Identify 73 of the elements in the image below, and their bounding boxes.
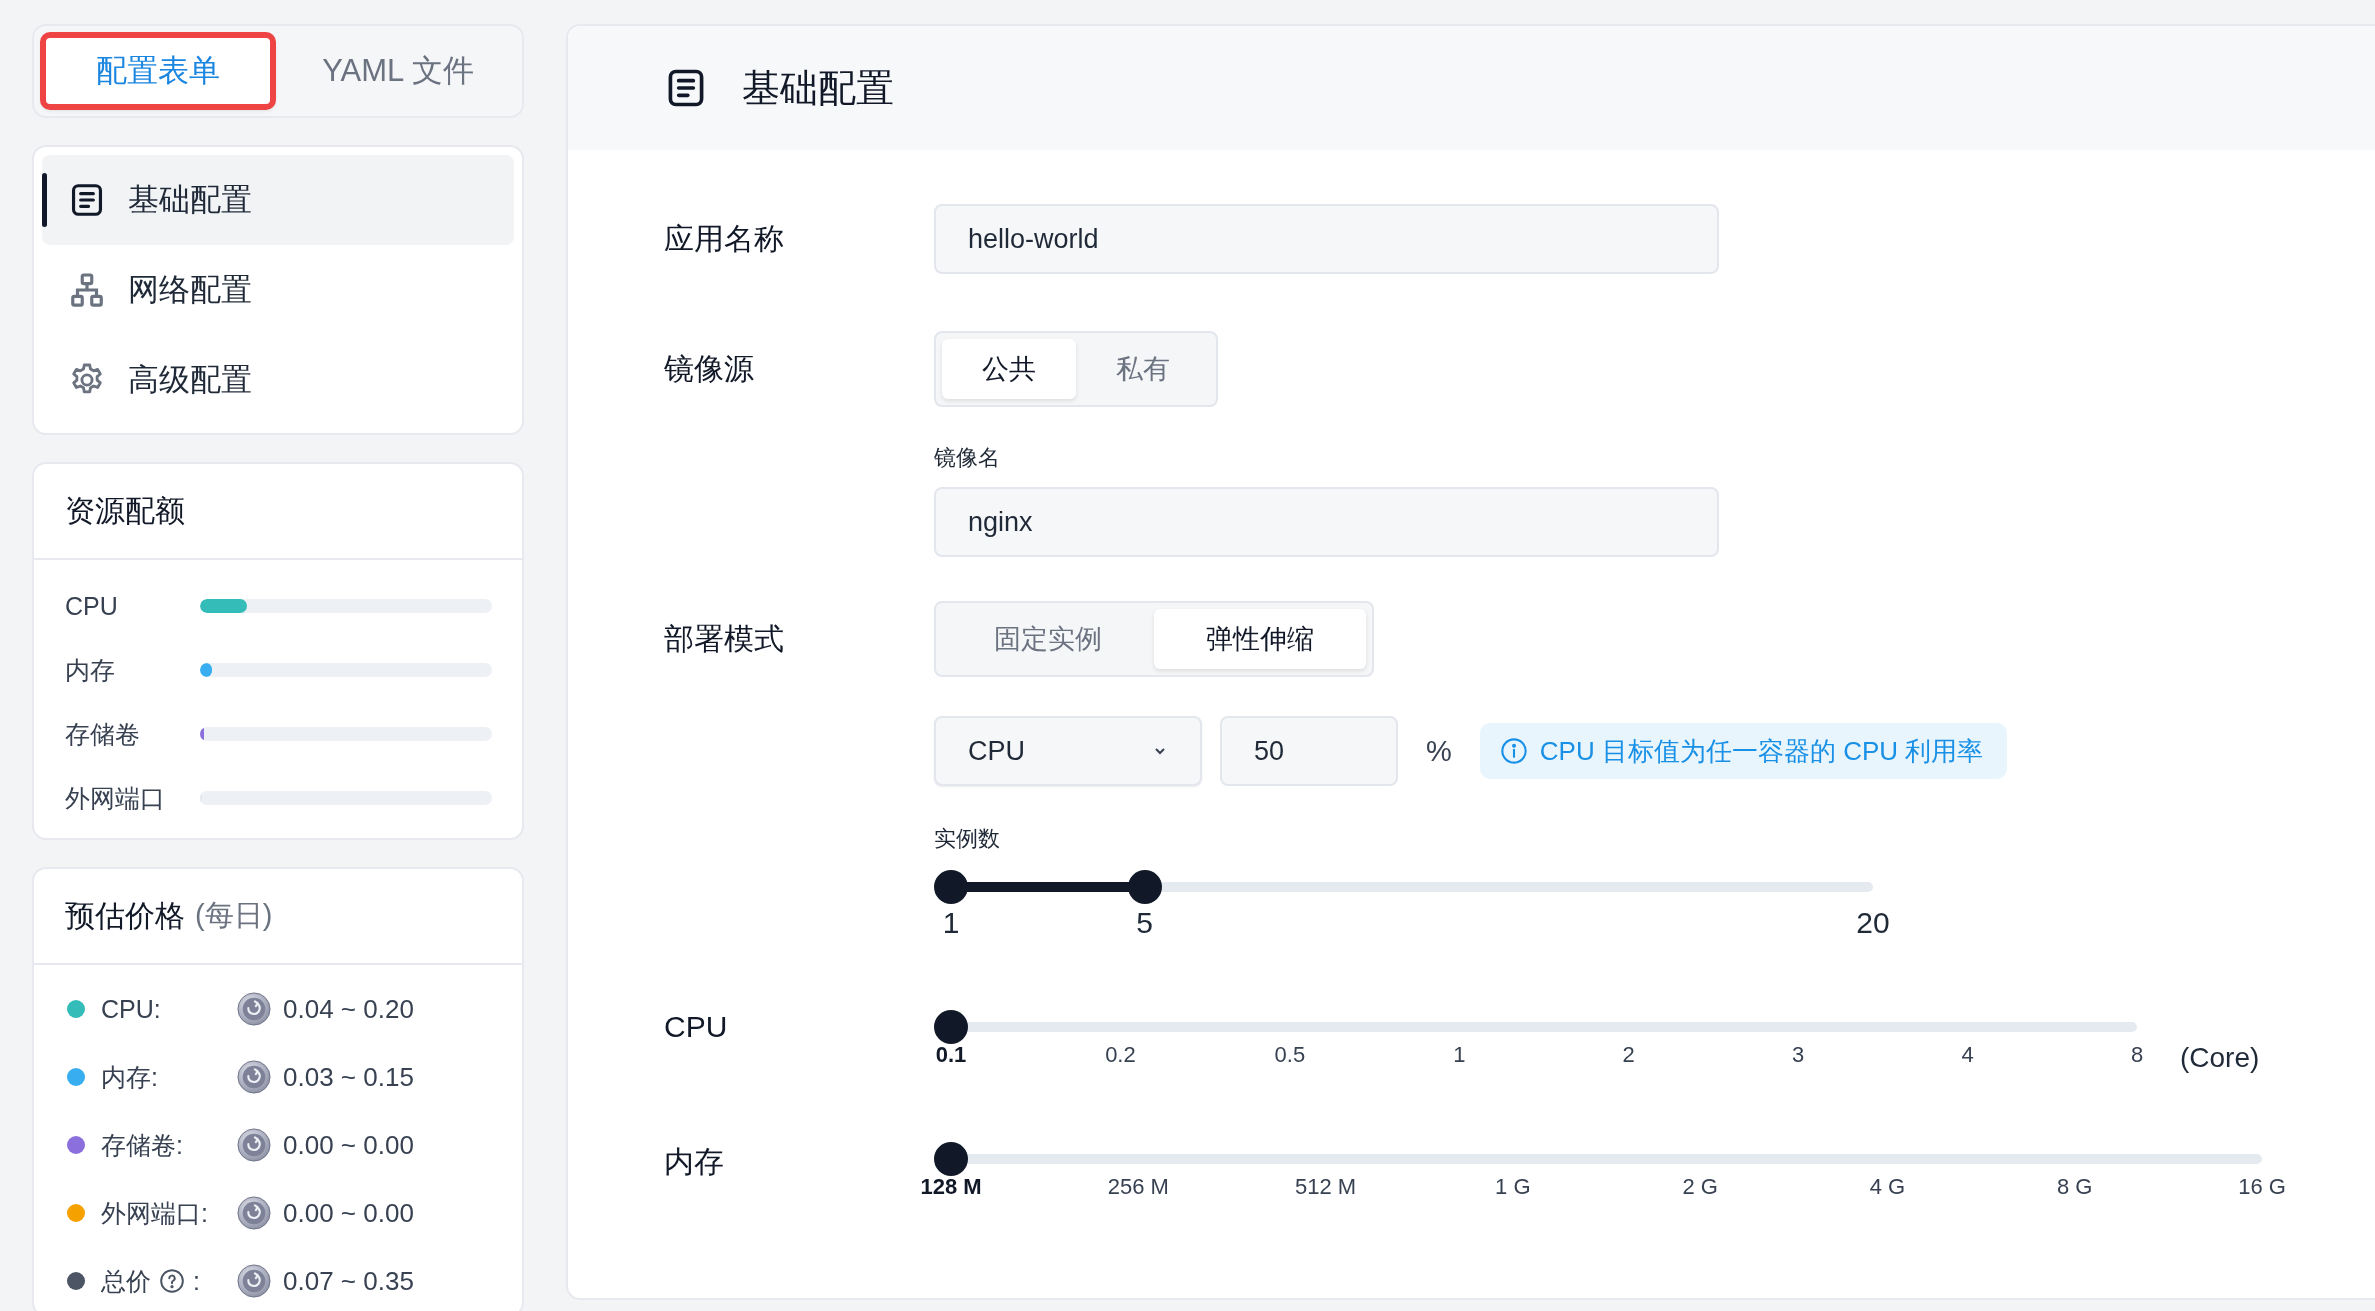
- resource-label: 外网端口: [65, 782, 166, 814]
- price-value: 0.00 ~ 0.00: [283, 1197, 414, 1229]
- unit-label: %: [1426, 734, 1452, 768]
- coin-icon: [237, 1060, 271, 1094]
- slider-max: 20: [1856, 906, 1890, 940]
- price-value: 0.00 ~ 0.00: [283, 1129, 414, 1161]
- tick-label: 1: [1453, 1042, 1466, 1068]
- price-label: CPU:: [101, 994, 161, 1024]
- tick-label: 128 M: [920, 1174, 982, 1200]
- slider-thumb[interactable]: [934, 1142, 968, 1176]
- card-title: 资源配额: [65, 492, 185, 529]
- price-label: 内存:: [101, 1061, 158, 1093]
- price-label-colon: :: [193, 1266, 200, 1296]
- field-label: 应用名称: [664, 220, 785, 257]
- segment-option[interactable]: 固定实例: [942, 609, 1154, 669]
- panel-title: 基础配置: [742, 65, 894, 111]
- field-label: 镜像源: [664, 350, 755, 387]
- nav-item[interactable]: 网络配置: [42, 245, 514, 335]
- field-label: 内存: [664, 1144, 725, 1180]
- unit-label: (Core): [2180, 1042, 2260, 1074]
- tick-label: 4: [1961, 1042, 1974, 1068]
- card-subtitle: (每日): [195, 898, 273, 933]
- tick-label: 3: [1792, 1042, 1805, 1068]
- tick-label: 0.2: [1105, 1042, 1136, 1068]
- price-label: 外网端口:: [101, 1197, 208, 1229]
- help-icon[interactable]: [159, 1268, 185, 1294]
- resource-label: 内存: [65, 654, 116, 686]
- tick-label: 1 G: [1495, 1174, 1531, 1200]
- coin-icon: [237, 1264, 271, 1298]
- image-name-field[interactable]: nginx: [934, 487, 1719, 557]
- field-label: CPU: [664, 1010, 729, 1044]
- coin-icon: [237, 992, 271, 1026]
- price-value: 0.04 ~ 0.20: [283, 993, 414, 1025]
- segment-option[interactable]: 私有: [1076, 339, 1210, 399]
- slider-thumb[interactable]: [934, 1010, 968, 1044]
- price-value: 0.07 ~ 0.35: [283, 1265, 414, 1297]
- tick-label: 8: [2130, 1042, 2144, 1068]
- segment-option[interactable]: 弹性伸缩: [1154, 609, 1366, 669]
- slider-value: 5: [1136, 906, 1153, 940]
- price-value: 0.03 ~ 0.15: [283, 1061, 414, 1093]
- nav-item[interactable]: 基础配置: [42, 155, 514, 245]
- tick-label: 0.1: [935, 1042, 967, 1068]
- resource-label: CPU: [65, 591, 119, 621]
- tick-label: 4 G: [1869, 1174, 1906, 1200]
- coin-icon: [237, 1128, 271, 1162]
- slider-thumb[interactable]: [1127, 870, 1162, 904]
- mode-tab[interactable]: YAML 文件: [282, 34, 514, 108]
- info-icon: [1499, 737, 1528, 765]
- tick-label: 8 G: [2056, 1174, 2093, 1200]
- target-field[interactable]: 50: [1220, 716, 1398, 786]
- price-label: 存储卷:: [101, 1129, 183, 1161]
- hint-text: CPU 目标值为任一容器的 CPU 利用率: [1539, 734, 1984, 768]
- field-label: 部署模式: [664, 620, 785, 657]
- tick-label: 16 G: [2238, 1174, 2286, 1200]
- tick-label: 2 G: [1682, 1174, 1718, 1200]
- resource-label: 存储卷: [65, 718, 141, 750]
- field-label: 实例数: [934, 825, 1001, 853]
- field-label: 镜像名: [934, 444, 1001, 472]
- coin-icon: [237, 1196, 271, 1230]
- slider-value: 1: [942, 906, 960, 940]
- tick-label: 512 M: [1295, 1174, 1357, 1200]
- mode-tab[interactable]: 配置表单: [42, 34, 274, 108]
- metric-select[interactable]: CPU: [934, 716, 1202, 786]
- tick-label: 256 M: [1107, 1174, 1169, 1200]
- card-title: 预估价格: [65, 897, 185, 934]
- network-icon: [68, 271, 106, 309]
- tick-label: 2: [1622, 1042, 1635, 1068]
- segment-option[interactable]: 公共: [942, 339, 1076, 399]
- slider-thumb[interactable]: [934, 870, 968, 904]
- nav-item[interactable]: 高级配置: [42, 335, 514, 425]
- tick-label: 0.5: [1274, 1042, 1306, 1068]
- price-label: 总价: [101, 1265, 151, 1297]
- app-name-field[interactable]: hello-world: [934, 204, 1719, 274]
